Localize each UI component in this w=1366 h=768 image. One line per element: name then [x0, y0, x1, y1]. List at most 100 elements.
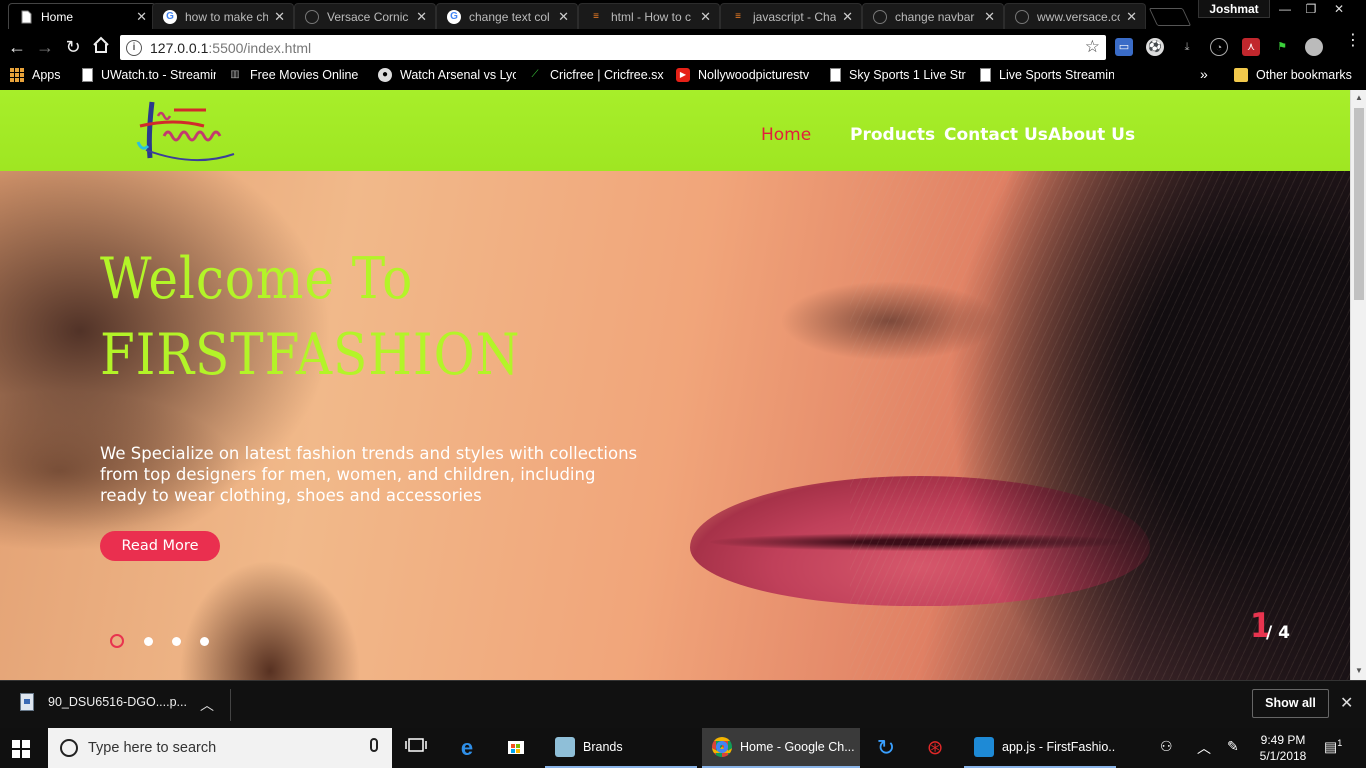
bookmark-label: Cricfree | Cricfree.sx — [550, 68, 664, 82]
menu-icon[interactable]: ⋮ — [1345, 33, 1361, 49]
scrollbar-thumb[interactable] — [1354, 108, 1364, 300]
soccer-extension-icon[interactable]: ⚽ — [1146, 38, 1164, 56]
tab-javascript-change[interactable]: ≡ javascript - Cha ✕ — [720, 3, 862, 29]
flag-extension-icon[interactable]: ⚑ — [1273, 38, 1291, 56]
page-scrollbar[interactable]: ▲ ▼ — [1350, 90, 1366, 680]
scroll-up-icon[interactable]: ▲ — [1351, 93, 1366, 102]
slider-dot-2[interactable] — [144, 637, 153, 646]
minimize-icon[interactable]: — — [1272, 0, 1298, 18]
folder-icon — [555, 737, 575, 757]
home-icon[interactable] — [90, 36, 112, 58]
chevron-up-icon[interactable]: ︿ — [1197, 738, 1211, 758]
google-icon: G — [447, 9, 461, 24]
new-tab-button[interactable] — [1148, 8, 1192, 26]
clock-time: 9:49 PM — [1260, 733, 1306, 747]
bookmark-arsenal[interactable]: ● Watch Arsenal vs Lyo — [378, 68, 516, 82]
image-file-icon — [20, 693, 34, 711]
close-icon[interactable]: ✕ — [1126, 9, 1137, 25]
browser-tab-strip: Home ✕ G how to make ch ✕ Versace Cornic… — [0, 0, 1366, 32]
read-more-button[interactable]: Read More — [100, 531, 220, 561]
nav-about-us[interactable]: About Us — [1048, 125, 1135, 145]
tab-versace-com[interactable]: www.versace.co ✕ — [1004, 3, 1146, 29]
hero-description: We Specialize on latest fashion trends a… — [100, 444, 638, 505]
bookmark-label: Watch Arsenal vs Lyo — [400, 68, 516, 82]
bookmark-uwatch[interactable]: UWatch.to - Streamin — [82, 68, 216, 82]
windows-start-icon[interactable] — [12, 740, 30, 758]
slider-dot-4[interactable] — [200, 637, 209, 646]
people-icon[interactable]: ⚇ — [1160, 738, 1173, 755]
close-icon[interactable]: ✕ — [136, 9, 147, 25]
show-all-button[interactable]: Show all — [1252, 689, 1329, 718]
scroll-down-icon[interactable]: ▼ — [1351, 666, 1366, 675]
task-view-icon[interactable] — [404, 736, 428, 760]
search-placeholder: Type here to search — [88, 740, 217, 756]
bookmark-free-movies[interactable]: ▥ Free Movies Online — [228, 68, 368, 82]
tab-how-to-make[interactable]: G how to make ch ✕ — [152, 3, 294, 29]
microphone-icon[interactable] — [370, 738, 378, 752]
notification-count: 1 — [1337, 738, 1343, 748]
close-window-icon[interactable]: ✕ — [1326, 0, 1352, 18]
film-icon: ▥ — [230, 69, 240, 80]
bookmark-cricfree[interactable]: ⟋ Cricfree | Cricfree.sx — [528, 68, 664, 82]
close-icon[interactable]: ✕ — [558, 9, 569, 25]
monitor-extension-icon[interactable]: ▭ — [1115, 38, 1133, 56]
slider-dot-1[interactable] — [110, 634, 124, 648]
clock[interactable]: 9:49 PM 5/1/2018 — [1253, 732, 1313, 764]
store-icon[interactable] — [504, 736, 528, 760]
red-app-icon[interactable]: ⊛ — [923, 736, 947, 760]
download-item[interactable]: 90_DSU6516-DGO....p... — [20, 693, 187, 711]
pen-icon[interactable]: ✎ — [1227, 738, 1239, 755]
tab-home[interactable]: Home ✕ — [8, 3, 156, 29]
chevron-up-icon[interactable]: ︿ — [200, 695, 214, 715]
bookmark-live-sports[interactable]: Live Sports Streamin — [980, 68, 1114, 82]
timer-extension-icon[interactable]: ◔ — [1210, 38, 1228, 56]
tab-change-text-color[interactable]: G change text col ✕ — [436, 3, 578, 29]
nav-home[interactable]: Home — [761, 125, 811, 145]
stackoverflow-icon: ≡ — [593, 11, 599, 22]
forward-icon[interactable]: → — [34, 36, 56, 58]
slider-dot-3[interactable] — [172, 637, 181, 646]
tab-versace-cornice[interactable]: Versace Cornic ✕ — [294, 3, 436, 29]
bookmark-nollywood[interactable]: ▶ Nollywoodpicturestv — [676, 68, 816, 82]
close-icon[interactable]: ✕ — [274, 9, 285, 25]
taskbar-app-brands[interactable]: Brands — [545, 728, 697, 768]
url-host: 127.0.0.1 — [150, 39, 209, 56]
nav-products[interactable]: Products — [850, 125, 935, 145]
folder-icon — [1234, 68, 1248, 82]
firstfashion-logo[interactable] — [134, 96, 249, 166]
info-icon[interactable]: i — [126, 39, 142, 56]
page-viewport: Home Products Contact Us About Us Welcom… — [0, 90, 1350, 680]
close-icon[interactable]: ✕ — [984, 9, 995, 25]
reload-icon[interactable]: ↻ — [62, 36, 84, 58]
tab-title: change text col — [469, 9, 550, 24]
bookmarks-overflow-button[interactable]: » — [1200, 66, 1208, 82]
bookmark-sky-sports[interactable]: Sky Sports 1 Live Str — [830, 68, 966, 82]
bookmark-star-icon[interactable]: ☆ — [1085, 37, 1100, 57]
bookmark-apps[interactable]: Apps — [10, 68, 61, 82]
close-icon[interactable]: ✕ — [416, 9, 427, 25]
sync-app-icon[interactable]: ↻ — [874, 736, 898, 760]
taskbar-search[interactable]: Type here to search — [48, 728, 392, 768]
taskbar-app-chrome[interactable]: Home - Google Ch... — [702, 728, 860, 768]
page-icon — [830, 68, 841, 82]
other-bookmarks[interactable]: Other bookmarks — [1234, 68, 1352, 82]
tab-html-how-to[interactable]: ≡ html - How to c ✕ — [578, 3, 720, 29]
taskbar-app-vscode[interactable]: app.js - FirstFashio... — [964, 728, 1116, 768]
profile-button[interactable]: Joshmat — [1198, 0, 1270, 18]
nav-contact-us[interactable]: Contact Us — [944, 125, 1048, 145]
back-icon[interactable]: ← — [6, 36, 28, 58]
close-icon[interactable]: ✕ — [842, 9, 853, 25]
download-extension-icon[interactable]: ⤓ — [1178, 38, 1196, 56]
notifications-icon[interactable]: ▤1 — [1324, 738, 1342, 756]
pdf-extension-icon[interactable]: ⋏ — [1242, 38, 1260, 56]
close-icon[interactable]: ✕ — [700, 9, 711, 25]
restore-icon[interactable]: ❐ — [1298, 0, 1324, 18]
globe-icon — [873, 9, 887, 24]
address-bar[interactable]: i 127.0.0.1:5500/index.html ☆ — [120, 35, 1106, 60]
edge-icon[interactable]: e — [455, 736, 479, 760]
cortana-icon — [60, 739, 78, 757]
bookmark-label: Free Movies Online — [250, 68, 359, 82]
close-icon[interactable]: ✕ — [1340, 693, 1353, 713]
cloud-extension-icon[interactable] — [1305, 38, 1323, 56]
tab-change-navbar[interactable]: change navbar ✕ — [862, 3, 1004, 29]
